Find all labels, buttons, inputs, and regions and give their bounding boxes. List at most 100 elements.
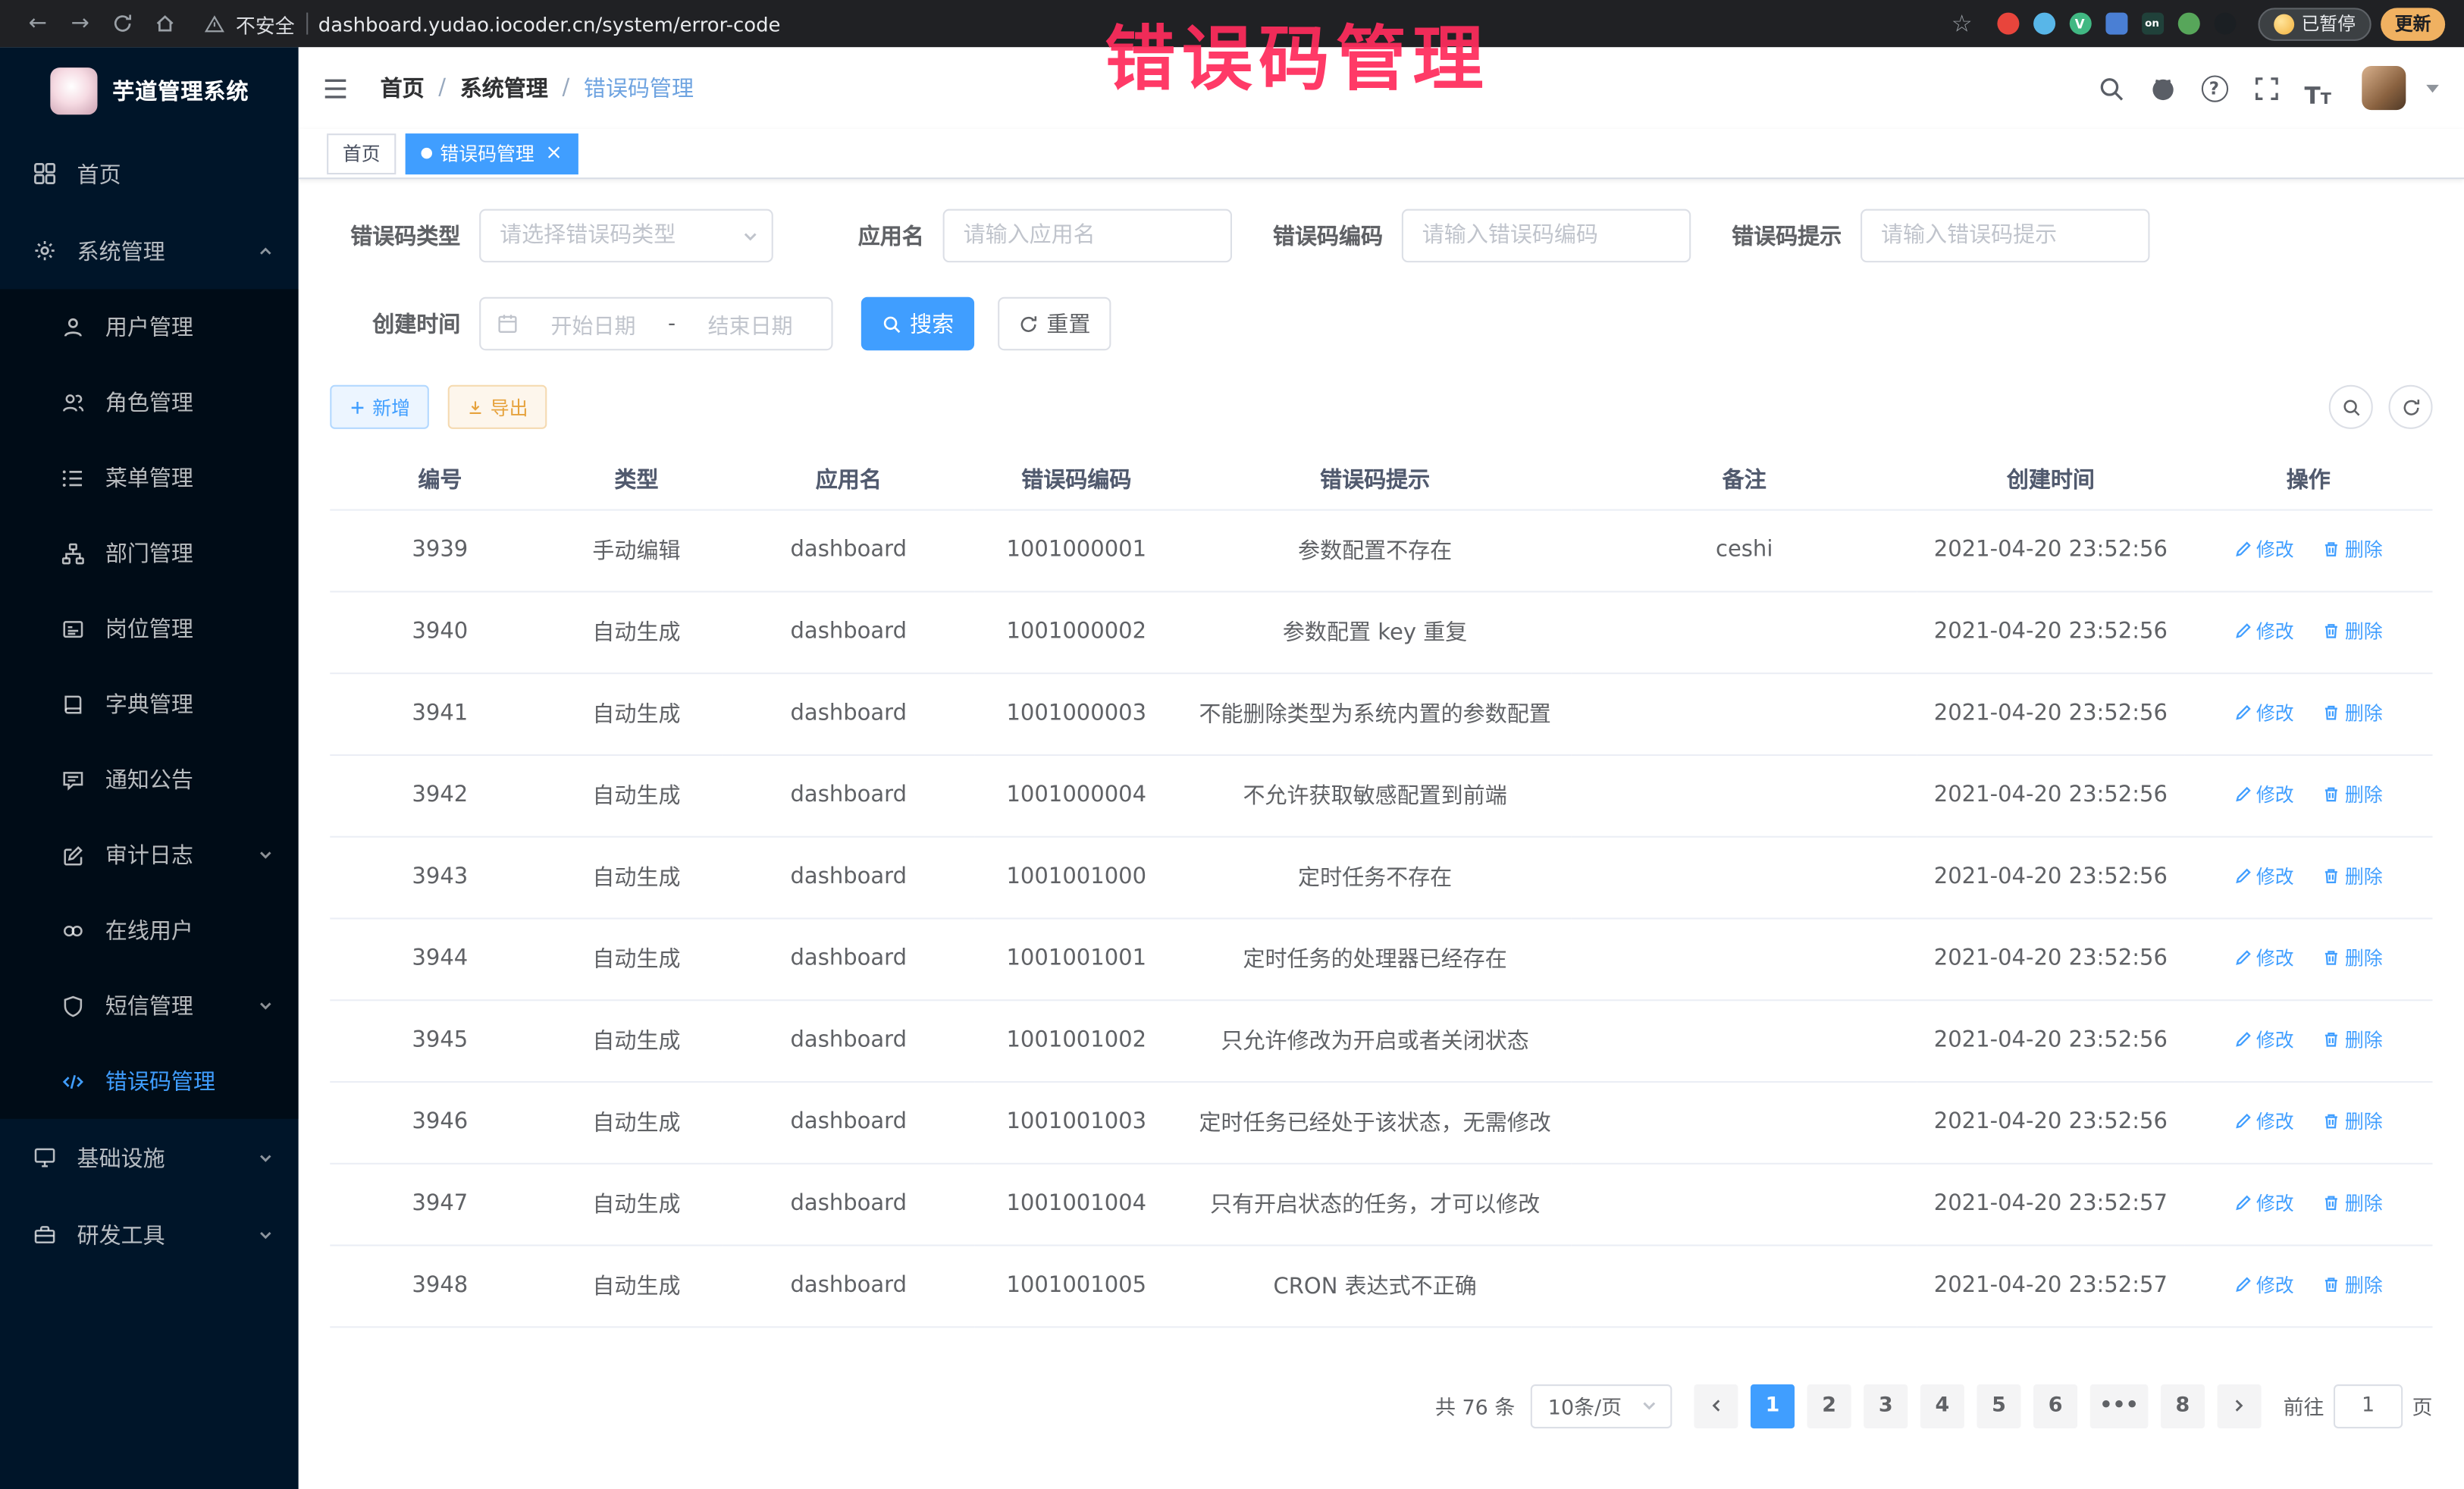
page-ellipsis-button[interactable]: •••: [2090, 1384, 2149, 1428]
app-name-input[interactable]: [943, 209, 1232, 262]
reload-icon[interactable]: [104, 5, 142, 42]
search-icon[interactable]: [2090, 67, 2131, 108]
breadcrumb-system[interactable]: 系统管理: [460, 72, 548, 103]
sidebar-item-sms[interactable]: 短信管理: [0, 968, 299, 1043]
forward-icon[interactable]: →: [61, 5, 99, 42]
edit-button[interactable]: 修改: [2234, 1271, 2294, 1298]
sidebar-item-infrastructure[interactable]: 基础设施: [0, 1119, 299, 1196]
edit-button[interactable]: 修改: [2234, 536, 2294, 563]
page-size-select[interactable]: 10条/页: [1531, 1384, 1672, 1428]
sidebar-item-dictionary[interactable]: 字典管理: [0, 666, 299, 741]
close-icon[interactable]: ×: [545, 143, 563, 164]
app-logo[interactable]: 芋道管理系统: [0, 47, 299, 135]
edit-button[interactable]: 修改: [2234, 1190, 2294, 1216]
search-button[interactable]: 搜索: [861, 297, 974, 350]
home-icon[interactable]: [146, 5, 184, 42]
page-button-3[interactable]: 3: [1864, 1384, 1908, 1428]
delete-button[interactable]: 删除: [2323, 1108, 2383, 1134]
sidebar-item-error-code[interactable]: 错误码管理: [0, 1043, 299, 1118]
page-button-2[interactable]: 2: [1807, 1384, 1851, 1428]
sidebar-item-audit-log[interactable]: 审计日志: [0, 817, 299, 892]
app-name-field[interactable]: [943, 209, 1232, 262]
profile-paused-badge[interactable]: 已暂停: [2257, 7, 2371, 40]
page-button-8[interactable]: 8: [2161, 1384, 2205, 1428]
extension-red-icon[interactable]: [1996, 13, 2018, 35]
page-button-1[interactable]: 1: [1751, 1384, 1795, 1428]
error-code-table: 编号 类型 应用名 错误码编码 错误码提示 备注 创建时间 操作 3939 手动…: [330, 450, 2432, 1328]
sidebar-item-devtools[interactable]: 研发工具: [0, 1196, 299, 1273]
goto-page-input[interactable]: [2334, 1384, 2403, 1428]
edit-button[interactable]: 修改: [2234, 1026, 2294, 1052]
extension-puzzle-icon[interactable]: [2213, 13, 2235, 35]
page-button-4[interactable]: 4: [1920, 1384, 1964, 1428]
delete-button[interactable]: 删除: [2323, 945, 2383, 971]
sidebar-item-system[interactable]: 系统管理: [0, 212, 299, 290]
prev-page-button[interactable]: [1694, 1384, 1738, 1428]
delete-button[interactable]: 删除: [2323, 1271, 2383, 1298]
sidebar-item-roles[interactable]: 角色管理: [0, 365, 299, 440]
reset-button[interactable]: 重置: [998, 297, 1111, 350]
error-code-input[interactable]: [1402, 209, 1691, 262]
sidebar-item-menus[interactable]: 菜单管理: [0, 440, 299, 515]
delete-button[interactable]: 删除: [2323, 699, 2383, 726]
extension-vue-icon[interactable]: V: [2069, 13, 2091, 35]
refresh-table-button[interactable]: [2389, 385, 2433, 429]
delete-button[interactable]: 删除: [2323, 1190, 2383, 1216]
tag-error-code[interactable]: 错误码管理 ×: [406, 133, 578, 174]
font-size-icon[interactable]: TT: [2297, 67, 2338, 108]
back-icon[interactable]: ←: [19, 5, 57, 42]
page-button-6[interactable]: 6: [2033, 1384, 2077, 1428]
delete-button[interactable]: 删除: [2323, 536, 2383, 563]
tag-home[interactable]: 首页: [327, 133, 396, 174]
edit-button[interactable]: 修改: [2234, 945, 2294, 971]
address-bar[interactable]: 不安全 dashboard.yudao.iocoder.cn/system/er…: [204, 5, 1942, 42]
cell-message: 只允许修改为开启或者关闭状态: [1179, 999, 1572, 1081]
cell-id: 3939: [330, 509, 550, 591]
extension-grid-icon[interactable]: [2105, 13, 2127, 35]
export-button[interactable]: 导出: [448, 385, 547, 429]
edit-button[interactable]: 修改: [2234, 618, 2294, 644]
extension-leaf-icon[interactable]: [2177, 13, 2199, 35]
extension-drop-icon[interactable]: [2033, 13, 2055, 35]
toggle-search-button[interactable]: [2329, 385, 2373, 429]
user-avatar[interactable]: [2362, 66, 2406, 110]
next-page-button[interactable]: [2218, 1384, 2262, 1428]
sidebar-item-home[interactable]: 首页: [0, 135, 299, 212]
delete-button[interactable]: 删除: [2323, 863, 2383, 889]
fullscreen-icon[interactable]: [2246, 67, 2287, 108]
page-button-5[interactable]: 5: [1977, 1384, 2021, 1428]
extension-on-badge-icon[interactable]: on: [2141, 13, 2163, 35]
edit-button[interactable]: 修改: [2234, 1108, 2294, 1134]
sidebar-toggle-icon[interactable]: [321, 71, 356, 105]
help-icon[interactable]: ?: [2193, 67, 2234, 108]
edit-button[interactable]: 修改: [2234, 863, 2294, 889]
breadcrumb-home[interactable]: 首页: [381, 72, 425, 103]
toolbar-left: 新增 导出: [330, 385, 547, 429]
error-type-input[interactable]: [479, 209, 773, 262]
error-code-field[interactable]: [1402, 209, 1691, 262]
avatar-caret-icon[interactable]: [2426, 84, 2439, 92]
table-body: 3939 手动编辑 dashboard 1001000001 参数配置不存在 c…: [330, 509, 2432, 1327]
app-name-label: 应用名: [814, 220, 924, 251]
delete-button[interactable]: 删除: [2323, 1026, 2383, 1052]
edit-button[interactable]: 修改: [2234, 781, 2294, 807]
error-hint-input[interactable]: [1861, 209, 2149, 262]
delete-button[interactable]: 删除: [2323, 781, 2383, 807]
sidebar-item-online-users[interactable]: 在线用户: [0, 892, 299, 967]
create-time-range-picker[interactable]: 开始日期 - 结束日期: [479, 297, 832, 350]
bookmark-star-icon[interactable]: ☆: [1943, 5, 1981, 42]
toolbar-right: [2329, 385, 2433, 429]
browser-update-button[interactable]: 更新: [2381, 7, 2445, 40]
sidebar-item-announcements[interactable]: 通知公告: [0, 741, 299, 817]
sidebar-item-posts[interactable]: 岗位管理: [0, 591, 299, 666]
error-type-select[interactable]: [479, 209, 773, 262]
edit-button[interactable]: 修改: [2234, 699, 2294, 726]
delete-button[interactable]: 删除: [2323, 618, 2383, 644]
sidebar-item-departments[interactable]: 部门管理: [0, 516, 299, 591]
cell-app: dashboard: [723, 999, 974, 1081]
add-button[interactable]: 新增: [330, 385, 429, 429]
github-icon[interactable]: [2142, 67, 2183, 108]
pencil-icon: [2234, 1112, 2252, 1130]
error-hint-field[interactable]: [1861, 209, 2149, 262]
sidebar-item-users[interactable]: 用户管理: [0, 289, 299, 364]
